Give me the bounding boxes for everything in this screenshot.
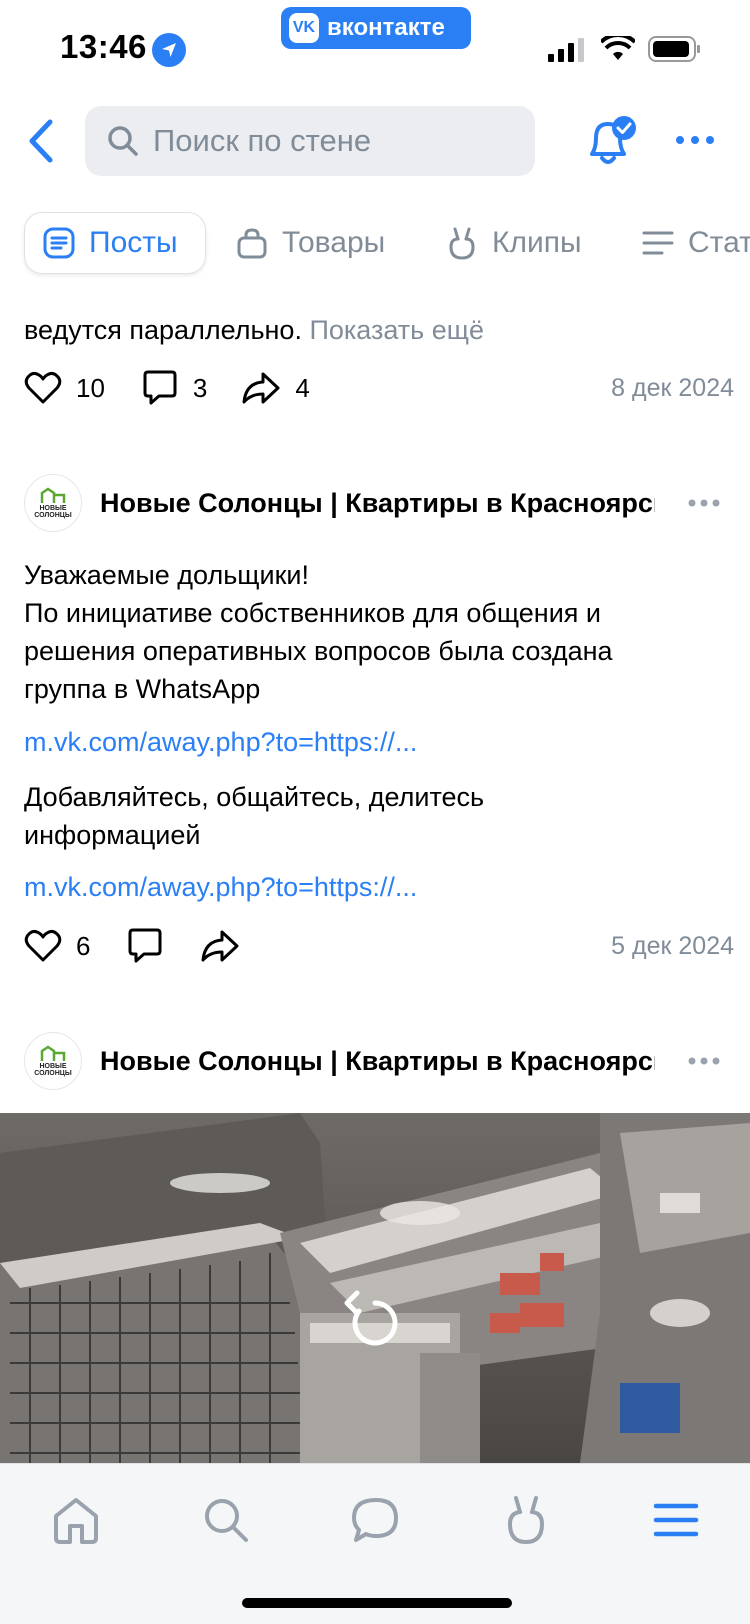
clips-icon[interactable] [498,1492,554,1548]
post3-video-preview[interactable] [0,1113,750,1463]
comment-button[interactable] [126,927,164,965]
construction-site-image [0,1113,750,1463]
search-icon[interactable] [198,1492,254,1548]
post1-text-tail: ведутся параллельно. [24,315,302,345]
signal-icon [548,38,584,62]
post-menu-icon[interactable] [687,1056,721,1066]
notifications-bell-icon[interactable] [578,114,638,170]
tab-articles-label: Статьи [688,226,750,259]
heart-icon [24,929,62,962]
post2-line: решения оперативных вопросов была создан… [24,636,613,666]
wall-search-bar[interactable] [85,106,535,176]
post1-text: ведутся параллельно. Показать ещё [24,311,724,349]
likes-count: 10 [76,372,105,403]
reposts-count: 4 [295,372,310,403]
tab-clips[interactable]: Клипы [446,212,582,274]
menu-icon[interactable] [648,1492,704,1548]
likes-count: 6 [76,930,91,961]
wall-tabs: Посты Товары Клипы Статьи [0,212,750,278]
like-button[interactable]: 10 [24,371,105,405]
tab-goods[interactable]: Товары [236,212,385,274]
community-avatar[interactable]: НОВЫЕ СОЛОНЦЫ [24,1032,82,1090]
share-button[interactable] [200,929,240,963]
comment-button[interactable]: 3 [141,369,207,407]
wifi-icon [601,36,635,60]
post2-text: Уважаемые дольщики! По инициативе собств… [24,556,724,708]
share-button[interactable]: 4 [241,371,310,405]
post2-text-2: Добавляйтесь, общайтесь, делитесь информ… [24,778,724,854]
tab-clips-label: Клипы [492,226,582,259]
avatar-text: НОВЫЕ СОЛОНЦЫ [34,505,72,519]
community-logo-icon [40,487,66,503]
post2-line: информацией [24,820,201,850]
battery-icon [648,36,700,62]
home-indicator [242,1598,512,1608]
back-arrow-icon[interactable] [22,118,62,164]
post1-date: 8 дек 2024 [611,373,734,402]
post1-actions: 10 3 4 8 дек 2024 [24,366,734,410]
post2-line: Добавляйтесь, общайтесь, делитесь [24,782,485,812]
location-icon [152,33,186,67]
post-menu-icon[interactable] [687,498,721,508]
clips-icon [449,227,475,260]
post2-line: Уважаемые дольщики! [24,560,309,590]
share-icon [201,930,239,962]
post2-date: 5 дек 2024 [611,931,734,960]
status-time: 13:46 [60,28,147,65]
post2-line: По инициативе собственников для общения … [24,598,601,628]
tab-posts[interactable]: Посты [24,212,206,274]
articles-icon [642,231,674,255]
home-icon[interactable] [48,1492,104,1548]
comments-count: 3 [192,372,208,403]
show-more-link[interactable]: Показать ещё [309,315,484,345]
community-logo-icon [40,1045,66,1061]
heart-icon [24,371,62,404]
post2-link-2[interactable]: m.vk.com/away.php?to=https://... [24,872,417,903]
messages-icon[interactable] [348,1492,404,1548]
search-icon [108,126,138,156]
tab-posts-label: Посты [89,226,178,259]
like-button[interactable]: 6 [24,929,90,963]
more-options-icon[interactable] [675,128,715,152]
post2-author[interactable]: Новые Солонцы | Квартиры в Красноярске [100,488,655,519]
comment-icon [143,370,177,405]
tab-articles[interactable]: Статьи [642,212,750,274]
comment-icon [128,928,162,963]
vk-logo-icon: VK [289,13,319,43]
post3-author[interactable]: Новые Солонцы | Квартиры в Красноярске [100,1046,655,1077]
posts-icon [43,227,75,259]
community-avatar[interactable]: НОВЫЕ СОЛОНЦЫ [24,474,82,532]
bag-icon [237,228,267,259]
status-bar: 13:46 VK вконтакте [0,0,750,95]
post2-line: группа в WhatsApp [24,674,261,704]
tab-goods-label: Товары [282,226,386,259]
share-icon [242,372,280,404]
post2-actions: 6 5 дек 2024 [24,924,734,968]
post2-link-1[interactable]: m.vk.com/away.php?to=https://... [24,727,417,758]
app-label: вконтакте [327,14,445,41]
search-input[interactable] [151,122,515,160]
avatar-text: НОВЫЕ СОЛОНЦЫ [34,1063,72,1077]
back-to-app-pill[interactable]: VK вконтакте [281,7,471,49]
